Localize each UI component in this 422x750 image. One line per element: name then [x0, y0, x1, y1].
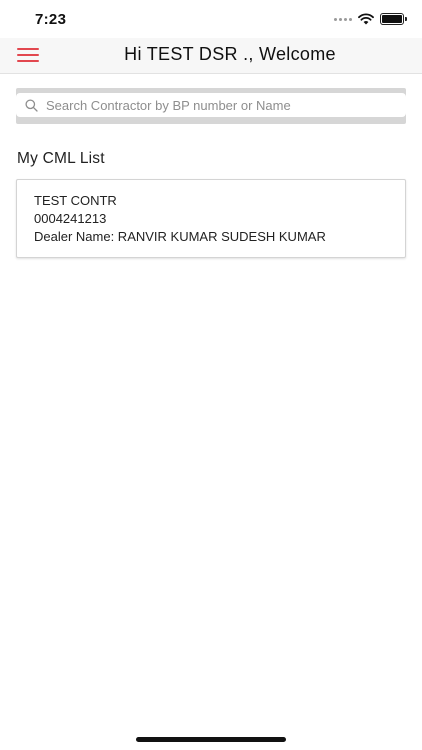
list-item[interactable]: TEST CONTR 0004241213 Dealer Name: RANVI… — [16, 179, 406, 258]
search-field[interactable] — [16, 93, 406, 117]
app-header: Hi TEST DSR ., Welcome — [0, 38, 422, 74]
contractor-name: TEST CONTR — [34, 193, 117, 208]
search-icon — [25, 98, 39, 112]
status-indicators — [334, 13, 407, 25]
status-bar: 7:23 — [0, 0, 422, 38]
battery-icon — [380, 13, 407, 25]
search-input[interactable] — [46, 97, 386, 113]
status-time: 7:23 — [35, 11, 67, 28]
bp-number: 0004241213 — [34, 211, 107, 226]
dealer-name: Dealer Name: RANVIR KUMAR SUDESH KUMAR — [34, 229, 326, 244]
page-title: Hi TEST DSR ., Welcome — [124, 44, 336, 64]
signal-icon — [334, 17, 352, 21]
search-bar — [16, 88, 406, 124]
wifi-icon — [358, 13, 374, 25]
section-title: My CML List — [17, 150, 105, 167]
home-indicator[interactable] — [136, 737, 286, 742]
